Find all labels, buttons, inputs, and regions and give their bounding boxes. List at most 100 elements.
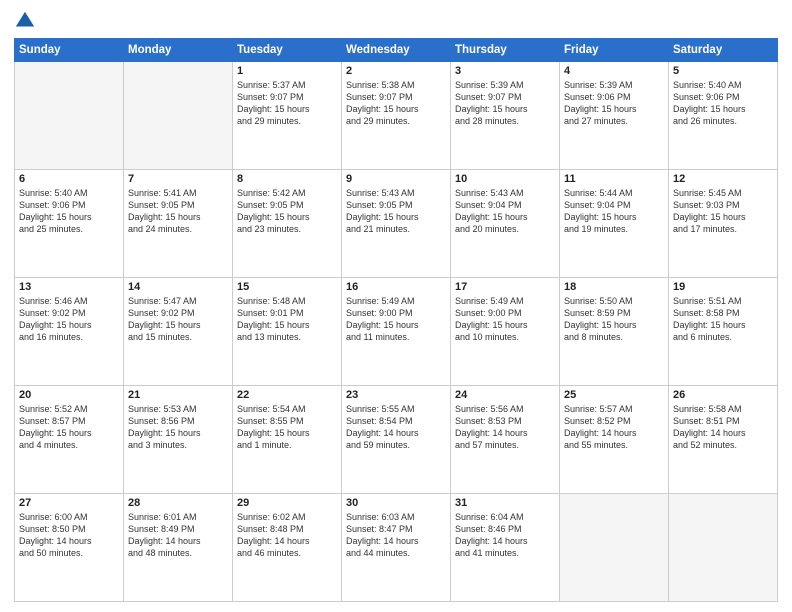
cell-content: Sunrise: 5:49 AM Sunset: 9:00 PM Dayligh… bbox=[455, 295, 555, 344]
calendar-cell: 5 Sunrise: 5:40 AM Sunset: 9:06 PM Daylig… bbox=[669, 62, 778, 170]
cell-content: Sunrise: 5:55 AM Sunset: 8:54 PM Dayligh… bbox=[346, 403, 446, 452]
calendar-cell: 22Sunrise: 5:54 AM Sunset: 8:55 PM Dayli… bbox=[233, 386, 342, 494]
day-number: 3 bbox=[455, 65, 555, 77]
calendar-cell: 8 Sunrise: 5:42 AM Sunset: 9:05 PM Daylig… bbox=[233, 170, 342, 278]
calendar-cell: 11Sunrise: 5:44 AM Sunset: 9:04 PM Dayli… bbox=[560, 170, 669, 278]
calendar-week-4: 20 Sunrise: 5:52 AM Sunset: 8:57 PM Dayli… bbox=[15, 386, 778, 494]
calendar-week-2: 6Sunrise: 5:40 AM Sunset: 9:06 PM Daylig… bbox=[15, 170, 778, 278]
calendar-cell: 27 Sunrise: 6:00 AM Sunset: 8:50 PM Dayli… bbox=[15, 494, 124, 602]
calendar-week-1: 1 Sunrise: 5:37 AM Sunset: 9:07 PM Daylig… bbox=[15, 62, 778, 170]
cell-content: Sunrise: 5:52 AM Sunset: 8:57 PM Dayligh… bbox=[19, 403, 119, 452]
calendar-cell: 31 Sunrise: 6:04 AM Sunset: 8:46 PM Dayli… bbox=[451, 494, 560, 602]
calendar-cell: 13Sunrise: 5:46 AM Sunset: 9:02 PM Dayli… bbox=[15, 278, 124, 386]
calendar-cell: 6Sunrise: 5:40 AM Sunset: 9:06 PM Daylig… bbox=[15, 170, 124, 278]
calendar-cell: 28 Sunrise: 6:01 AM Sunset: 8:49 PM Dayli… bbox=[124, 494, 233, 602]
calendar-cell: 17 Sunrise: 5:49 AM Sunset: 9:00 PM Dayli… bbox=[451, 278, 560, 386]
day-number: 10 bbox=[455, 173, 555, 185]
cell-content: Sunrise: 6:02 AM Sunset: 8:48 PM Dayligh… bbox=[237, 511, 337, 560]
day-number: 25 bbox=[564, 389, 664, 401]
cell-content: Sunrise: 5:37 AM Sunset: 9:07 PM Dayligh… bbox=[237, 79, 337, 128]
day-number: 7 bbox=[128, 173, 228, 185]
calendar-header-friday: Friday bbox=[560, 39, 669, 62]
day-number: 1 bbox=[237, 65, 337, 77]
calendar-header-wednesday: Wednesday bbox=[342, 39, 451, 62]
cell-content: Sunrise: 6:04 AM Sunset: 8:46 PM Dayligh… bbox=[455, 511, 555, 560]
cell-content: Sunrise: 5:41 AM Sunset: 9:05 PM Dayligh… bbox=[128, 187, 228, 236]
calendar-cell bbox=[560, 494, 669, 602]
calendar-cell: 29 Sunrise: 6:02 AM Sunset: 8:48 PM Dayli… bbox=[233, 494, 342, 602]
day-number: 19 bbox=[673, 281, 773, 293]
day-number: 27 bbox=[19, 497, 119, 509]
calendar-cell: 25Sunrise: 5:57 AM Sunset: 8:52 PM Dayli… bbox=[560, 386, 669, 494]
calendar-cell bbox=[15, 62, 124, 170]
day-number: 26 bbox=[673, 389, 773, 401]
cell-content: Sunrise: 6:00 AM Sunset: 8:50 PM Dayligh… bbox=[19, 511, 119, 560]
cell-content: Sunrise: 5:56 AM Sunset: 8:53 PM Dayligh… bbox=[455, 403, 555, 452]
cell-content: Sunrise: 6:01 AM Sunset: 8:49 PM Dayligh… bbox=[128, 511, 228, 560]
calendar-cell: 9 Sunrise: 5:43 AM Sunset: 9:05 PM Daylig… bbox=[342, 170, 451, 278]
cell-content: Sunrise: 5:47 AM Sunset: 9:02 PM Dayligh… bbox=[128, 295, 228, 344]
day-number: 16 bbox=[346, 281, 446, 293]
calendar-table: SundayMondayTuesdayWednesdayThursdayFrid… bbox=[14, 38, 778, 602]
day-number: 23 bbox=[346, 389, 446, 401]
day-number: 20 bbox=[19, 389, 119, 401]
day-number: 12 bbox=[673, 173, 773, 185]
cell-content: Sunrise: 5:39 AM Sunset: 9:07 PM Dayligh… bbox=[455, 79, 555, 128]
calendar-header-row: SundayMondayTuesdayWednesdayThursdayFrid… bbox=[15, 39, 778, 62]
calendar-cell: 3 Sunrise: 5:39 AM Sunset: 9:07 PM Daylig… bbox=[451, 62, 560, 170]
day-number: 18 bbox=[564, 281, 664, 293]
calendar-week-5: 27 Sunrise: 6:00 AM Sunset: 8:50 PM Dayli… bbox=[15, 494, 778, 602]
cell-content: Sunrise: 5:45 AM Sunset: 9:03 PM Dayligh… bbox=[673, 187, 773, 236]
calendar-cell: 12 Sunrise: 5:45 AM Sunset: 9:03 PM Dayli… bbox=[669, 170, 778, 278]
day-number: 28 bbox=[128, 497, 228, 509]
calendar-header-saturday: Saturday bbox=[669, 39, 778, 62]
calendar-cell: 4 Sunrise: 5:39 AM Sunset: 9:06 PM Daylig… bbox=[560, 62, 669, 170]
calendar-header-tuesday: Tuesday bbox=[233, 39, 342, 62]
cell-content: Sunrise: 5:48 AM Sunset: 9:01 PM Dayligh… bbox=[237, 295, 337, 344]
day-number: 24 bbox=[455, 389, 555, 401]
cell-content: Sunrise: 5:43 AM Sunset: 9:05 PM Dayligh… bbox=[346, 187, 446, 236]
cell-content: Sunrise: 5:39 AM Sunset: 9:06 PM Dayligh… bbox=[564, 79, 664, 128]
cell-content: Sunrise: 5:53 AM Sunset: 8:56 PM Dayligh… bbox=[128, 403, 228, 452]
day-number: 31 bbox=[455, 497, 555, 509]
day-number: 29 bbox=[237, 497, 337, 509]
calendar-cell: 18 Sunrise: 5:50 AM Sunset: 8:59 PM Dayli… bbox=[560, 278, 669, 386]
cell-content: Sunrise: 5:43 AM Sunset: 9:04 PM Dayligh… bbox=[455, 187, 555, 236]
calendar-header-thursday: Thursday bbox=[451, 39, 560, 62]
cell-content: Sunrise: 5:50 AM Sunset: 8:59 PM Dayligh… bbox=[564, 295, 664, 344]
day-number: 8 bbox=[237, 173, 337, 185]
calendar-header-sunday: Sunday bbox=[15, 39, 124, 62]
logo-icon bbox=[14, 10, 36, 32]
day-number: 13 bbox=[19, 281, 119, 293]
cell-content: Sunrise: 5:51 AM Sunset: 8:58 PM Dayligh… bbox=[673, 295, 773, 344]
day-number: 21 bbox=[128, 389, 228, 401]
calendar-cell bbox=[669, 494, 778, 602]
cell-content: Sunrise: 5:40 AM Sunset: 9:06 PM Dayligh… bbox=[673, 79, 773, 128]
cell-content: Sunrise: 5:49 AM Sunset: 9:00 PM Dayligh… bbox=[346, 295, 446, 344]
calendar-cell: 16 Sunrise: 5:49 AM Sunset: 9:00 PM Dayli… bbox=[342, 278, 451, 386]
day-number: 4 bbox=[564, 65, 664, 77]
day-number: 14 bbox=[128, 281, 228, 293]
calendar-cell: 7 Sunrise: 5:41 AM Sunset: 9:05 PM Daylig… bbox=[124, 170, 233, 278]
calendar-cell: 1 Sunrise: 5:37 AM Sunset: 9:07 PM Daylig… bbox=[233, 62, 342, 170]
cell-content: Sunrise: 5:58 AM Sunset: 8:51 PM Dayligh… bbox=[673, 403, 773, 452]
day-number: 15 bbox=[237, 281, 337, 293]
day-number: 6 bbox=[19, 173, 119, 185]
day-number: 5 bbox=[673, 65, 773, 77]
cell-content: Sunrise: 5:54 AM Sunset: 8:55 PM Dayligh… bbox=[237, 403, 337, 452]
page: SundayMondayTuesdayWednesdayThursdayFrid… bbox=[0, 0, 792, 612]
cell-content: Sunrise: 6:03 AM Sunset: 8:47 PM Dayligh… bbox=[346, 511, 446, 560]
calendar-cell: 30 Sunrise: 6:03 AM Sunset: 8:47 PM Dayli… bbox=[342, 494, 451, 602]
calendar-cell: 19 Sunrise: 5:51 AM Sunset: 8:58 PM Dayli… bbox=[669, 278, 778, 386]
cell-content: Sunrise: 5:42 AM Sunset: 9:05 PM Dayligh… bbox=[237, 187, 337, 236]
calendar-week-3: 13Sunrise: 5:46 AM Sunset: 9:02 PM Dayli… bbox=[15, 278, 778, 386]
calendar-cell bbox=[124, 62, 233, 170]
calendar-cell: 15 Sunrise: 5:48 AM Sunset: 9:01 PM Dayli… bbox=[233, 278, 342, 386]
day-number: 11 bbox=[564, 173, 664, 185]
day-number: 17 bbox=[455, 281, 555, 293]
day-number: 30 bbox=[346, 497, 446, 509]
cell-content: Sunrise: 5:38 AM Sunset: 9:07 PM Dayligh… bbox=[346, 79, 446, 128]
day-number: 2 bbox=[346, 65, 446, 77]
day-number: 9 bbox=[346, 173, 446, 185]
calendar-header-monday: Monday bbox=[124, 39, 233, 62]
